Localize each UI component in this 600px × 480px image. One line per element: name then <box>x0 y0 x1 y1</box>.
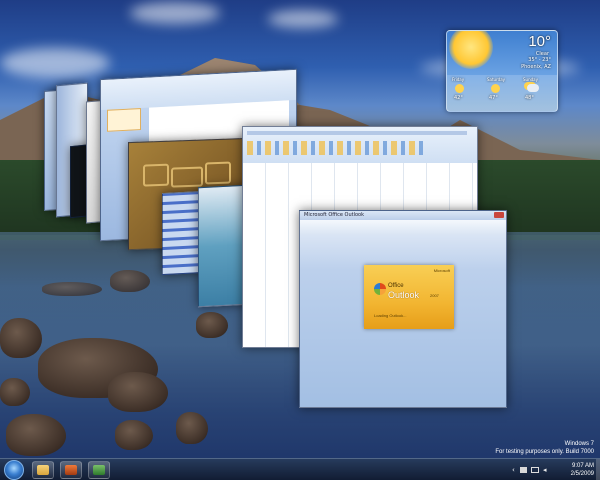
splash-year: 2007 <box>430 293 439 298</box>
volume-icon[interactable]: ◂ <box>543 466 547 474</box>
weather-range: 35° - 23° <box>528 57 551 63</box>
photo-window[interactable] <box>198 184 248 308</box>
cloud-sun-icon <box>527 84 539 92</box>
thumbnail <box>107 108 141 132</box>
ribbon-icons[interactable] <box>247 141 427 155</box>
system-tray[interactable]: ‹ ◂ <box>512 464 556 476</box>
office-logo-icon <box>374 283 386 295</box>
clock-time: 9:07 AM <box>571 463 594 469</box>
clock-date: 2/5/2009 <box>570 471 594 477</box>
forecast-day-3: Sunday <box>523 77 538 82</box>
splash-brand-product: Outlook <box>388 290 420 300</box>
forecast-temp-3: 48° <box>525 95 534 101</box>
clock[interactable]: 9:07 AM 2/5/2009 <box>571 462 594 478</box>
sun-small-icon <box>491 84 500 93</box>
flag-icon[interactable] <box>520 467 527 473</box>
watermark-build: For testing purposes only. Build 7000 <box>495 449 594 455</box>
outlook-splash-screen: Microsoft Office Outlook 2007 Loading Ou… <box>364 265 454 329</box>
sun-small-icon <box>455 84 464 93</box>
forecast-day-1: Friday <box>452 77 465 82</box>
outlook-window-title: Microsoft Office Outlook <box>304 212 364 218</box>
cloud <box>268 10 338 28</box>
desktop-background: Microsoft Office Outlook Microsoft Offic… <box>0 0 600 480</box>
game-tile <box>171 166 203 188</box>
weather-temperature: 10° <box>528 33 551 50</box>
rock <box>110 270 150 292</box>
taskbar-button-explorer[interactable] <box>32 461 54 479</box>
rock <box>6 414 66 456</box>
forecast-temp-2: 47° <box>489 95 498 101</box>
outlook-toolbar[interactable] <box>300 220 506 234</box>
taskbar: ‹ ◂ 9:07 AM 2/5/2009 <box>0 458 600 480</box>
rock <box>115 420 153 450</box>
rock <box>0 378 30 406</box>
weather-location: Phoenix, AZ <box>521 64 551 70</box>
show-desktop-button[interactable] <box>596 459 600 480</box>
forecast-temp-1: 42° <box>454 95 463 101</box>
splash-brand-office: Office <box>388 283 404 289</box>
watermark-os-name: Windows 7 <box>564 441 594 447</box>
outlook-title-bar[interactable]: Microsoft Office Outlook <box>300 211 506 220</box>
tray-chevron-icon[interactable]: ‹ <box>512 466 515 474</box>
splash-brand-small: Microsoft <box>433 268 450 273</box>
start-button[interactable] <box>4 460 24 480</box>
sun-icon <box>449 31 493 69</box>
forecast-strip: Friday 42° Saturday 47° Sunday 48° <box>447 75 557 111</box>
spreadsheet-icon <box>93 465 105 475</box>
ribbon-toolbar[interactable] <box>243 127 477 163</box>
rock <box>196 312 228 338</box>
close-icon[interactable] <box>494 212 504 218</box>
taskbar-button-media[interactable] <box>60 461 82 479</box>
outlook-window[interactable]: Microsoft Office Outlook Microsoft Offic… <box>299 210 507 408</box>
build-watermark: Windows 7 For testing purposes only. Bui… <box>495 440 594 456</box>
rock <box>0 318 42 358</box>
game-tile <box>143 163 169 187</box>
rock <box>176 412 208 444</box>
taskbar-button-spreadsheet[interactable] <box>88 461 110 479</box>
network-icon[interactable] <box>531 467 539 473</box>
tab-row[interactable] <box>247 131 467 135</box>
rock <box>108 372 168 412</box>
splash-status: Loading Outlook... <box>374 313 407 318</box>
rock <box>42 282 102 296</box>
forecast-day-2: Saturday <box>487 77 506 82</box>
weather-gadget[interactable]: 10° Clear 35° - 23° Phoenix, AZ Friday 4… <box>446 30 558 112</box>
game-tile <box>205 161 231 185</box>
media-icon <box>65 465 77 475</box>
folder-icon <box>37 465 49 475</box>
cloud <box>130 2 220 24</box>
